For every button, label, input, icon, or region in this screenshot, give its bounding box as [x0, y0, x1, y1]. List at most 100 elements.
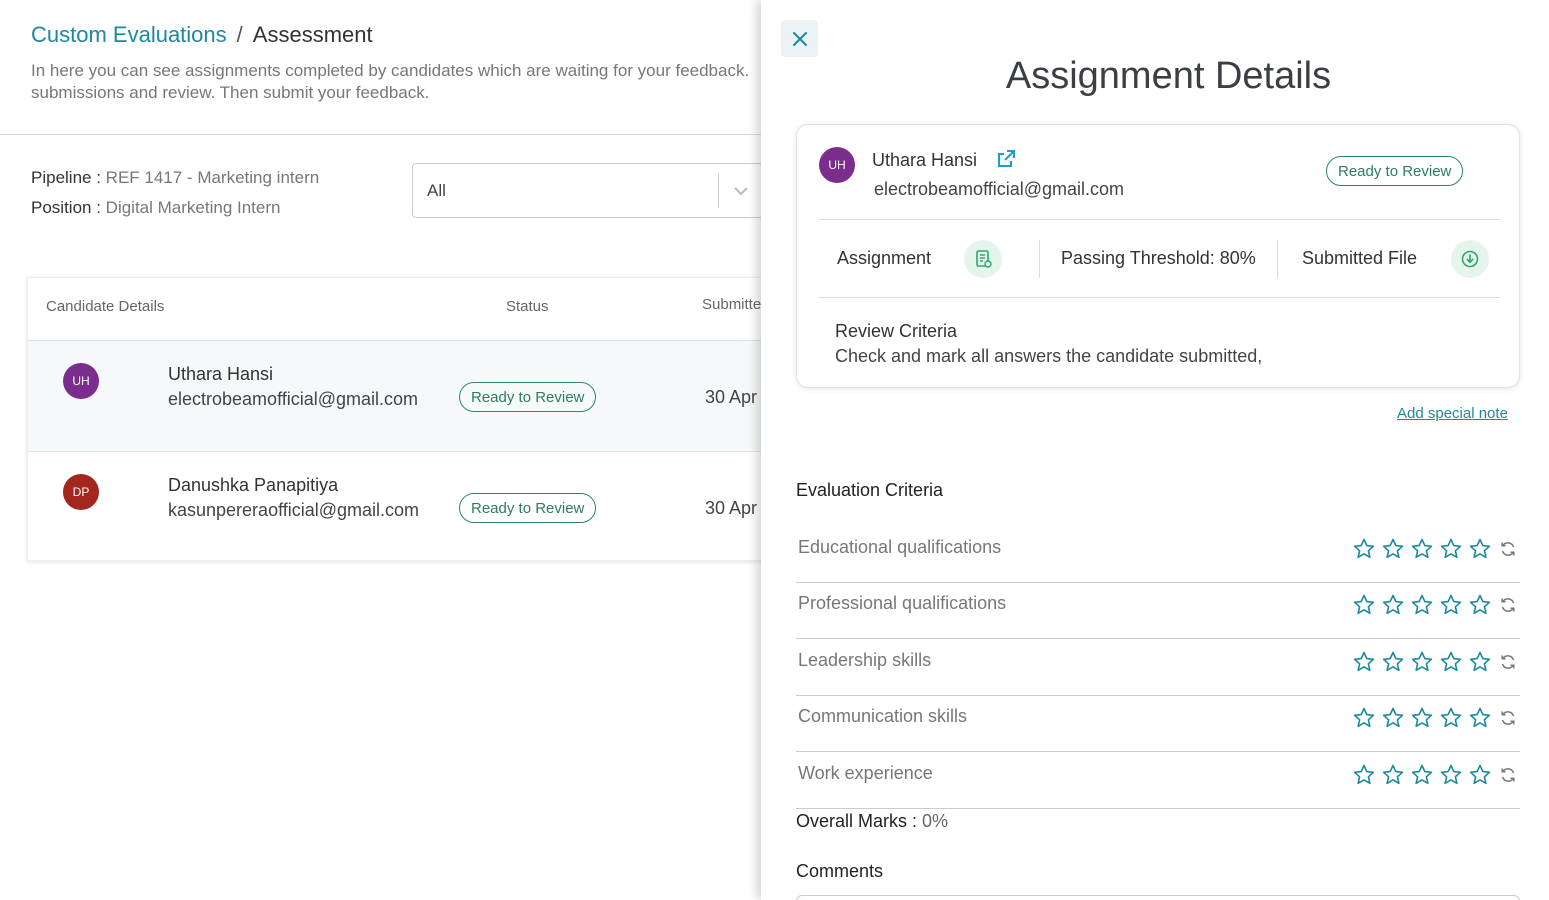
star-icon[interactable] — [1439, 537, 1463, 561]
star-icon[interactable] — [1381, 650, 1405, 674]
star-icon[interactable] — [1410, 537, 1434, 561]
criteria-label: Professional qualifications — [798, 593, 1007, 613]
star-icon[interactable] — [1439, 763, 1463, 787]
evaluation-criteria-title: Evaluation Criteria — [796, 480, 944, 500]
candidate-name: Danushka Panapitiya — [168, 475, 339, 495]
candidates-table: Candidate Details Status Submitted UH Ut… — [27, 277, 788, 562]
candidate-details-card: UH Uthara Hansi electrobeamofficial@gmai… — [796, 124, 1520, 388]
reset-rating-icon[interactable] — [1498, 595, 1518, 615]
criteria-row: Professional qualifications — [796, 583, 1520, 639]
star-icon[interactable] — [1468, 537, 1492, 561]
status-badge: Ready to Review — [459, 382, 597, 412]
reset-rating-icon[interactable] — [1498, 765, 1518, 785]
status-filter-value: All — [427, 180, 446, 200]
criteria-row: Work experience — [796, 753, 1520, 809]
star-icon[interactable] — [1439, 650, 1463, 674]
star-icon[interactable] — [1468, 593, 1492, 617]
star-icon[interactable] — [1352, 706, 1376, 730]
star-icon[interactable] — [1381, 593, 1405, 617]
table-row[interactable]: DP Danushka Panapitiya kasunpereraoffici… — [28, 451, 788, 562]
vertical-separator — [1039, 240, 1040, 278]
download-submitted-file-button[interactable] — [1451, 240, 1489, 278]
star-icon[interactable] — [1439, 706, 1463, 730]
star-icon[interactable] — [1381, 763, 1405, 787]
candidate-name: Uthara Hansi — [872, 150, 978, 170]
criteria-label: Communication skills — [798, 706, 968, 726]
document-icon — [976, 250, 992, 268]
pipeline-info: Pipeline : REF 1417 - Marketing intern — [31, 168, 319, 188]
star-icon[interactable] — [1410, 593, 1434, 617]
star-rating[interactable] — [1352, 763, 1518, 787]
star-icon[interactable] — [1410, 763, 1434, 787]
overall-marks: Overall Marks : 0% — [796, 811, 948, 832]
pipeline-label: Pipeline : — [31, 168, 101, 187]
vertical-separator — [1277, 240, 1278, 278]
star-rating[interactable] — [1352, 706, 1518, 730]
star-icon[interactable] — [1352, 537, 1376, 561]
criteria-row: Communication skills — [796, 696, 1520, 752]
review-criteria-title: Review Criteria — [835, 321, 958, 341]
star-icon[interactable] — [1352, 593, 1376, 617]
star-rating[interactable] — [1352, 593, 1518, 617]
overall-marks-value: 0% — [922, 811, 949, 831]
card-divider — [818, 219, 1500, 220]
candidate-email: electrobeamofficial@gmail.com — [874, 179, 1125, 199]
breadcrumb: Custom Evaluations / Assessment — [31, 22, 373, 48]
submitted-file-label: Submitted File — [1302, 248, 1418, 268]
close-button[interactable] — [781, 20, 818, 57]
breadcrumb-current: Assessment — [252, 22, 373, 47]
star-rating[interactable] — [1352, 650, 1518, 674]
page-description: In here you can see assignments complete… — [31, 60, 761, 104]
reset-rating-icon[interactable] — [1498, 539, 1518, 559]
criteria-row: Educational qualifications — [796, 527, 1520, 583]
status-badge: Ready to Review — [1326, 156, 1464, 186]
star-icon[interactable] — [1381, 537, 1405, 561]
candidate-email: kasunpereraofficial@gmail.com — [168, 500, 420, 520]
breadcrumb-custom-evaluations-link[interactable]: Custom Evaluations — [31, 22, 227, 48]
review-criteria-text: Check and mark all answers the candidate… — [835, 346, 1263, 366]
star-icon[interactable] — [1468, 650, 1492, 674]
avatar: DP — [63, 474, 99, 510]
submitted-date: 30 Apr — [705, 387, 758, 407]
table-row[interactable]: UH Uthara Hansi electrobeamofficial@gmai… — [28, 340, 788, 451]
select-separator — [718, 174, 719, 208]
page-description-line-2: submissions and review. Then submit your… — [31, 83, 430, 102]
position-value: Digital Marketing Intern — [105, 198, 281, 217]
star-icon[interactable] — [1381, 706, 1405, 730]
assignment-label: Assignment — [837, 248, 932, 268]
star-icon[interactable] — [1468, 763, 1492, 787]
star-icon[interactable] — [1352, 763, 1376, 787]
candidate-email: electrobeamofficial@gmail.com — [168, 389, 419, 409]
chevron-down-icon — [734, 187, 748, 196]
criteria-label: Leadership skills — [798, 650, 932, 670]
column-header-submitted: Submitted — [702, 296, 770, 313]
column-header-status: Status — [506, 298, 549, 315]
avatar: UH — [63, 363, 99, 399]
status-badge: Ready to Review — [459, 493, 597, 523]
star-rating[interactable] — [1352, 537, 1518, 561]
assignment-details-drawer: Assignment Details UH Uthara Hansi elect… — [761, 0, 1549, 900]
reset-rating-icon[interactable] — [1498, 708, 1518, 728]
assignment-file-button[interactable] — [964, 240, 1002, 278]
page-description-line-1: In here you can see assignments complete… — [31, 61, 750, 80]
star-icon[interactable] — [1410, 706, 1434, 730]
comments-title: Comments — [796, 861, 884, 881]
position-label: Position : — [31, 198, 101, 217]
drawer-title: Assignment Details — [1005, 55, 1332, 97]
add-special-note-link[interactable]: Add special note — [1397, 405, 1508, 422]
submitted-date: 30 Apr — [705, 498, 758, 518]
external-link-icon[interactable] — [996, 149, 1016, 169]
criteria-row: Leadership skills — [796, 640, 1520, 696]
status-filter-select[interactable]: All — [412, 163, 772, 218]
download-icon — [1461, 250, 1479, 268]
reset-rating-icon[interactable] — [1498, 652, 1518, 672]
star-icon[interactable] — [1468, 706, 1492, 730]
position-info: Position : Digital Marketing Intern — [31, 198, 280, 218]
star-icon[interactable] — [1410, 650, 1434, 674]
column-header-candidate-details: Candidate Details — [46, 298, 165, 315]
pipeline-value: REF 1417 - Marketing intern — [105, 168, 320, 187]
star-icon[interactable] — [1439, 593, 1463, 617]
star-icon[interactable] — [1352, 650, 1376, 674]
comments-input[interactable] — [796, 895, 1520, 900]
card-divider — [818, 297, 1500, 298]
